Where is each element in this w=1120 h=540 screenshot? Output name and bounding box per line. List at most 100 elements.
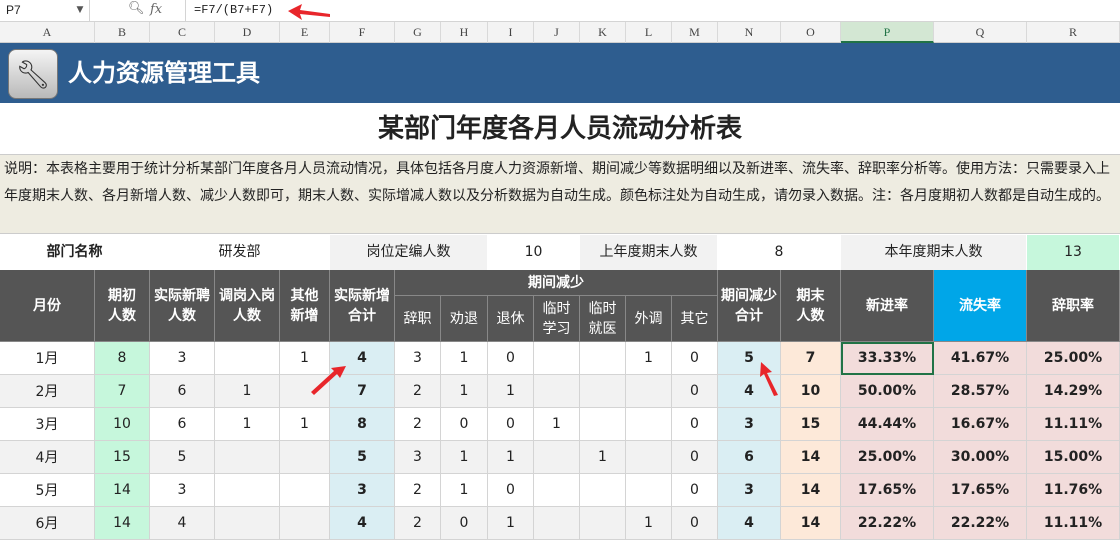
cell-new-hire[interactable]: 6: [150, 375, 215, 408]
cell-transfer-in[interactable]: [215, 474, 280, 507]
zoom-icon[interactable]: 🔍︎: [128, 1, 145, 16]
cell-month[interactable]: 1月: [0, 342, 95, 375]
cell-transfer-in[interactable]: [215, 507, 280, 540]
cell-retire[interactable]: 0: [488, 474, 534, 507]
cell-temp-medical[interactable]: [580, 507, 626, 540]
cell-temp-medical[interactable]: [580, 342, 626, 375]
cell-month[interactable]: 5月: [0, 474, 95, 507]
year-end-value[interactable]: 13: [1027, 235, 1120, 270]
cell-dec-total[interactable]: 4: [718, 507, 781, 540]
cell-other-dec[interactable]: 0: [672, 507, 718, 540]
column-header-m[interactable]: M: [672, 22, 718, 43]
cell-resign-rate[interactable]: 25.00%: [1027, 342, 1120, 375]
cell-dismiss[interactable]: 0: [441, 507, 488, 540]
column-header-f[interactable]: F: [330, 22, 395, 43]
cell-other-add[interactable]: [280, 474, 330, 507]
column-header-r[interactable]: R: [1027, 22, 1120, 43]
cell-transfer-out[interactable]: 1: [626, 342, 672, 375]
cell-dismiss[interactable]: 1: [441, 441, 488, 474]
cell-transfer-in[interactable]: 1: [215, 408, 280, 441]
cell-retire[interactable]: 1: [488, 441, 534, 474]
name-box-dropdown-icon[interactable]: ▼: [72, 0, 88, 21]
cell-add-total[interactable]: 4: [330, 507, 395, 540]
cell-other-add[interactable]: 1: [280, 408, 330, 441]
column-header-q[interactable]: Q: [934, 22, 1027, 43]
cell-dismiss[interactable]: 0: [441, 408, 488, 441]
cell-resign-rate[interactable]: 11.76%: [1027, 474, 1120, 507]
cell-end[interactable]: 14: [781, 441, 841, 474]
column-header-c[interactable]: C: [150, 22, 215, 43]
cell-retire[interactable]: 1: [488, 507, 534, 540]
fx-icon[interactable]: fx: [150, 2, 162, 17]
cell-resign-rate[interactable]: 11.11%: [1027, 408, 1120, 441]
cell-temp-medical[interactable]: [580, 375, 626, 408]
cell-end[interactable]: 10: [781, 375, 841, 408]
cell-dec-total[interactable]: 3: [718, 474, 781, 507]
cell-temp-study[interactable]: [534, 474, 580, 507]
cell-month[interactable]: 3月: [0, 408, 95, 441]
cell-transfer-out[interactable]: [626, 375, 672, 408]
column-header-e[interactable]: E: [280, 22, 330, 43]
cell-end[interactable]: 7: [781, 342, 841, 375]
cell-begin[interactable]: 10: [95, 408, 150, 441]
column-header-b[interactable]: B: [95, 22, 150, 43]
cell-other-dec[interactable]: 0: [672, 408, 718, 441]
cell-other-dec[interactable]: 0: [672, 375, 718, 408]
cell-dismiss[interactable]: 1: [441, 375, 488, 408]
cell-resign-rate[interactable]: 15.00%: [1027, 441, 1120, 474]
cell-resign[interactable]: 2: [395, 474, 441, 507]
column-header-a[interactable]: A: [0, 22, 95, 43]
cell-new-hire[interactable]: 4: [150, 507, 215, 540]
column-header-p[interactable]: P: [841, 22, 934, 43]
cell-dismiss[interactable]: 1: [441, 342, 488, 375]
column-header-l[interactable]: L: [626, 22, 672, 43]
column-header-o[interactable]: O: [781, 22, 841, 43]
cell-temp-study[interactable]: [534, 507, 580, 540]
cell-end[interactable]: 15: [781, 408, 841, 441]
cell-add-total[interactable]: 3: [330, 474, 395, 507]
cell-dec-total[interactable]: 6: [718, 441, 781, 474]
cell-dismiss[interactable]: 1: [441, 474, 488, 507]
cell-resign-rate[interactable]: 14.29%: [1027, 375, 1120, 408]
cell-transfer-out[interactable]: [626, 441, 672, 474]
cell-other-add[interactable]: [280, 441, 330, 474]
cell-other-add[interactable]: [280, 507, 330, 540]
cell-retire[interactable]: 1: [488, 375, 534, 408]
cell-add-total[interactable]: 5: [330, 441, 395, 474]
cell-temp-medical[interactable]: [580, 408, 626, 441]
cell-other-dec[interactable]: 0: [672, 342, 718, 375]
cell-transfer-out[interactable]: [626, 474, 672, 507]
cell-temp-study[interactable]: [534, 441, 580, 474]
cell-resign-rate[interactable]: 11.11%: [1027, 507, 1120, 540]
cell-new-hire[interactable]: 6: [150, 408, 215, 441]
formula-input[interactable]: =F7/(B7+F7): [194, 0, 273, 21]
cell-other-dec[interactable]: 0: [672, 474, 718, 507]
column-header-k[interactable]: K: [580, 22, 626, 43]
cell-other-dec[interactable]: 0: [672, 441, 718, 474]
cell-resign[interactable]: 3: [395, 342, 441, 375]
cell-loss-rate[interactable]: 30.00%: [934, 441, 1027, 474]
cell-loss-rate[interactable]: 28.57%: [934, 375, 1027, 408]
column-header-g[interactable]: G: [395, 22, 441, 43]
cell-new-hire[interactable]: 5: [150, 441, 215, 474]
cell-retire[interactable]: 0: [488, 408, 534, 441]
cell-loss-rate[interactable]: 41.67%: [934, 342, 1027, 375]
cell-begin[interactable]: 8: [95, 342, 150, 375]
cell-begin[interactable]: 14: [95, 474, 150, 507]
cell-begin[interactable]: 15: [95, 441, 150, 474]
column-header-j[interactable]: J: [534, 22, 580, 43]
cell-resign[interactable]: 2: [395, 408, 441, 441]
cell-new-rate[interactable]: 17.65%: [841, 474, 934, 507]
cell-temp-study[interactable]: [534, 375, 580, 408]
column-header-h[interactable]: H: [441, 22, 488, 43]
cell-loss-rate[interactable]: 17.65%: [934, 474, 1027, 507]
cell-begin[interactable]: 14: [95, 507, 150, 540]
cell-transfer-out[interactable]: [626, 408, 672, 441]
cell-new-hire[interactable]: 3: [150, 474, 215, 507]
column-header-n[interactable]: N: [718, 22, 781, 43]
cell-month[interactable]: 6月: [0, 507, 95, 540]
cell-temp-medical[interactable]: [580, 474, 626, 507]
cell-month[interactable]: 2月: [0, 375, 95, 408]
column-header-d[interactable]: D: [215, 22, 280, 43]
cell-transfer-in[interactable]: 1: [215, 375, 280, 408]
